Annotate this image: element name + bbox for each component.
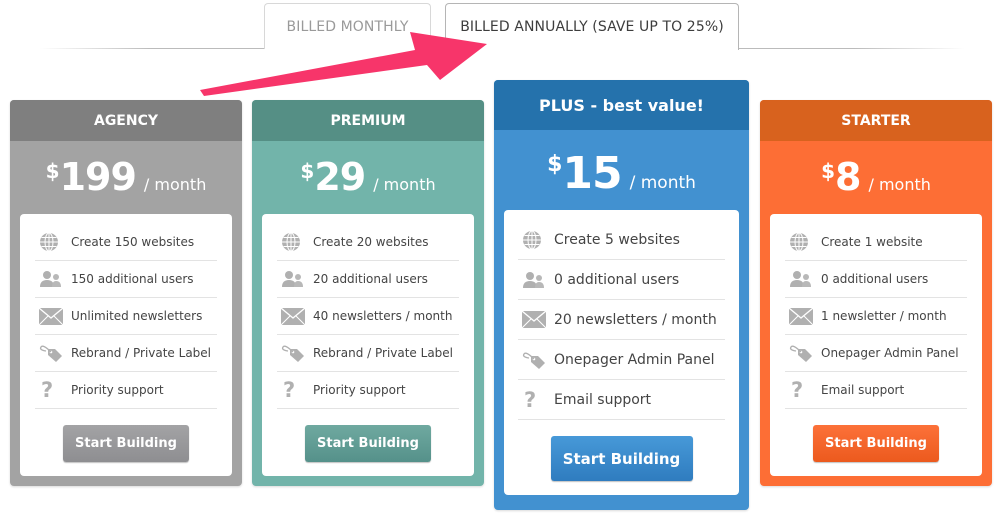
plan-card-premium: PREMIUM $ 29 / month Create 20 websites … [252,100,484,486]
feature-text: 150 additional users [71,272,194,286]
price-amount: 8 [835,155,861,199]
feature-item: Rebrand / Private Label [35,335,217,372]
plan-price: $ 8 / month [760,141,992,214]
users-icon [518,271,554,289]
plan-price: $ 29 / month [252,141,484,214]
price-amount: 15 [562,148,622,199]
start-building-button[interactable]: Start Building [63,425,189,462]
question-icon: ? [518,389,554,411]
feature-text: Create 1 website [821,235,923,249]
svg-text:?: ? [524,389,536,411]
feature-item: 0 additional users [518,260,725,300]
question-icon: ? [277,379,313,401]
tag-icon [785,343,821,363]
feature-text: Create 5 websites [554,231,680,248]
plan-features: Create 150 websites 150 additional users… [20,214,232,476]
question-icon: ? [35,379,71,401]
feature-text: 0 additional users [554,271,680,288]
feature-item: ? Email support [785,372,967,409]
annotation-arrow-icon [200,32,487,96]
price-period: / month [629,173,696,193]
tag-icon [277,343,313,363]
plan-card-starter: STARTER $ 8 / month Create 1 website 0 a… [760,100,992,486]
feature-item: 150 additional users [35,261,217,298]
envelope-icon [277,307,313,325]
plan-name: AGENCY [10,100,242,141]
plan-features: Create 5 websites 0 additional users 20 … [504,210,739,495]
feature-text: Rebrand / Private Label [313,346,454,360]
globe-icon [35,232,71,252]
feature-item: 20 newsletters / month [518,300,725,340]
plan-card-agency: AGENCY $ 199 / month Create 150 websites… [10,100,242,486]
svg-text:?: ? [283,379,295,401]
plan-features: Create 20 websites 20 additional users 4… [262,214,474,476]
feature-item: Create 5 websites [518,220,725,260]
feature-text: Create 20 websites [313,235,429,249]
feature-item: 0 additional users [785,261,967,298]
feature-text: Priority support [71,383,164,397]
users-icon [35,270,71,288]
price-period: / month [373,175,436,194]
feature-item: Unlimited newsletters [35,298,217,335]
question-icon: ? [785,379,821,401]
feature-text: 0 additional users [821,272,929,286]
price-period: / month [143,175,207,194]
envelope-icon [35,307,71,325]
feature-item: Create 150 websites [35,224,217,261]
start-building-button[interactable]: Start Building [305,425,431,462]
price-amount: 29 [314,155,366,199]
feature-item: ? Priority support [277,372,459,409]
feature-item: 40 newsletters / month [277,298,459,335]
feature-item: Onepager Admin Panel [518,340,725,380]
feature-text: Unlimited newsletters [71,309,203,323]
plan-price: $ 15 / month [494,130,749,210]
arrow-shape [200,32,487,96]
envelope-icon [785,307,821,325]
feature-text: 20 additional users [313,272,428,286]
start-building-button[interactable]: Start Building [813,425,939,462]
plan-price: $ 199 / month [10,141,242,214]
globe-icon [785,232,821,252]
feature-item: ? Priority support [35,372,217,409]
price-currency: $ [547,152,563,177]
price-period: / month [868,175,931,194]
feature-text: 20 newsletters / month [554,311,717,328]
feature-text: Onepager Admin Panel [821,346,959,360]
svg-text:?: ? [791,379,803,401]
feature-item: Create 20 websites [277,224,459,261]
feature-text: 40 newsletters / month [313,309,453,323]
users-icon [277,270,313,288]
feature-text: 1 newsletter / month [821,309,947,323]
feature-item: 20 additional users [277,261,459,298]
envelope-icon [518,311,554,328]
plan-name: STARTER [760,100,992,141]
feature-item: ? Email support [518,380,725,420]
plan-name: PLUS - best value! [494,80,749,130]
plan-name: PREMIUM [252,100,484,141]
tag-icon [518,350,554,370]
price-currency: $ [45,159,60,183]
feature-item: Rebrand / Private Label [277,335,459,372]
plan-card-plus: PLUS - best value! $ 15 / month Create 5… [494,80,749,510]
feature-text: Onepager Admin Panel [554,351,715,368]
price-currency: $ [821,159,836,183]
feature-item: Onepager Admin Panel [785,335,967,372]
globe-icon [277,232,313,252]
plan-features: Create 1 website 0 additional users 1 ne… [770,214,982,476]
tag-icon [35,343,71,363]
feature-text: Create 150 websites [71,235,195,249]
globe-icon [518,230,554,250]
feature-item: 1 newsletter / month [785,298,967,335]
price-currency: $ [300,159,315,183]
users-icon [785,270,821,288]
start-building-button[interactable]: Start Building [550,436,693,481]
svg-text:?: ? [41,379,53,401]
price-amount: 199 [59,155,137,199]
feature-text: Rebrand / Private Label [71,346,212,360]
feature-text: Email support [554,391,652,408]
feature-text: Priority support [313,383,406,397]
feature-text: Email support [821,383,905,397]
feature-item: Create 1 website [785,224,967,261]
